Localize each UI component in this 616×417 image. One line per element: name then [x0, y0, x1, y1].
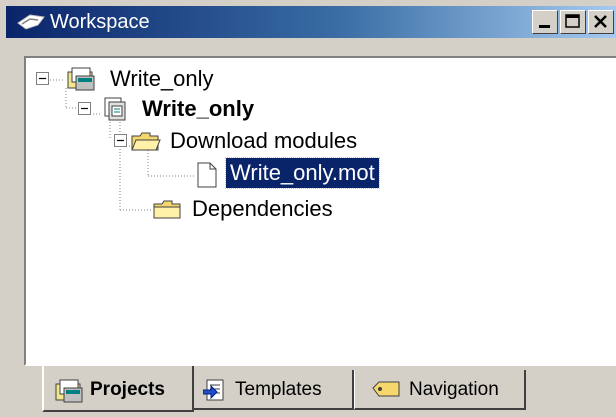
maximize-icon	[565, 14, 580, 28]
tab-templates[interactable]: Templates	[192, 370, 354, 410]
window-title: Workspace	[50, 11, 150, 33]
project-icon	[104, 97, 126, 121]
maximize-button[interactable]	[560, 10, 586, 34]
navigation-icon	[372, 381, 400, 397]
templates-icon	[203, 379, 224, 401]
collapse-toggle-icon[interactable]	[36, 72, 50, 86]
tab-label-templates: Templates	[235, 379, 322, 400]
workspace-tabs: Templates Navigation Projects	[0, 366, 616, 417]
workspace-folder-icon	[67, 67, 95, 91]
workspace-window: Workspace Write_only Write_only Download…	[0, 0, 616, 417]
tab-label-navigation: Navigation	[409, 379, 499, 400]
tab-label-projects: Projects	[90, 379, 165, 400]
tab-navigation[interactable]: Navigation	[354, 370, 526, 410]
collapse-toggle-icon[interactable]	[78, 102, 92, 116]
tree-node-project[interactable]: Write_only	[138, 94, 258, 124]
title-bar[interactable]: Workspace	[6, 6, 616, 38]
projects-icon	[55, 379, 83, 403]
tree-node-mot-file[interactable]: Write_only.mot	[225, 157, 380, 189]
folder-open-icon	[131, 132, 161, 151]
tree-node-dependencies[interactable]: Dependencies	[188, 194, 337, 224]
close-button[interactable]	[588, 10, 614, 34]
folder-icon	[153, 200, 181, 219]
tree-node-workspace[interactable]: Write_only	[106, 64, 218, 94]
document-icon	[197, 162, 217, 188]
close-icon	[594, 15, 607, 28]
workspace-icon	[16, 13, 46, 36]
tree-node-download-modules[interactable]: Download modules	[166, 126, 361, 156]
minimize-button[interactable]	[532, 10, 558, 34]
minimize-icon	[539, 25, 550, 28]
tab-projects[interactable]: Projects	[42, 366, 194, 412]
collapse-toggle-icon[interactable]	[114, 134, 128, 148]
project-tree[interactable]: Write_only Write_only Download modules W…	[24, 56, 616, 366]
